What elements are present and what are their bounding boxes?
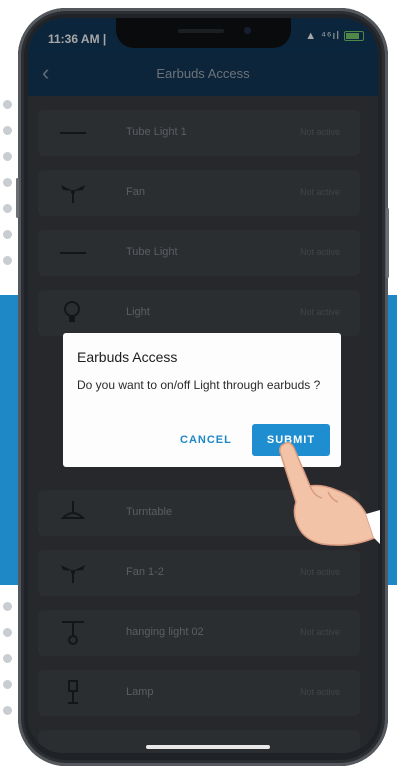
cancel-button[interactable]: CANCEL bbox=[180, 434, 232, 446]
power-button bbox=[386, 208, 389, 278]
phone-screen: 11:36 AM | ▲ ⁴⁶ıl ‹ Earbuds Access Tube … bbox=[28, 18, 378, 753]
dialog-title: Earbuds Access bbox=[77, 349, 178, 365]
volume-button bbox=[16, 178, 19, 218]
pointing-hand-icon bbox=[279, 441, 380, 546]
home-indicator bbox=[146, 745, 270, 749]
dialog-message: Do you want to on/off Light through earb… bbox=[77, 378, 321, 392]
